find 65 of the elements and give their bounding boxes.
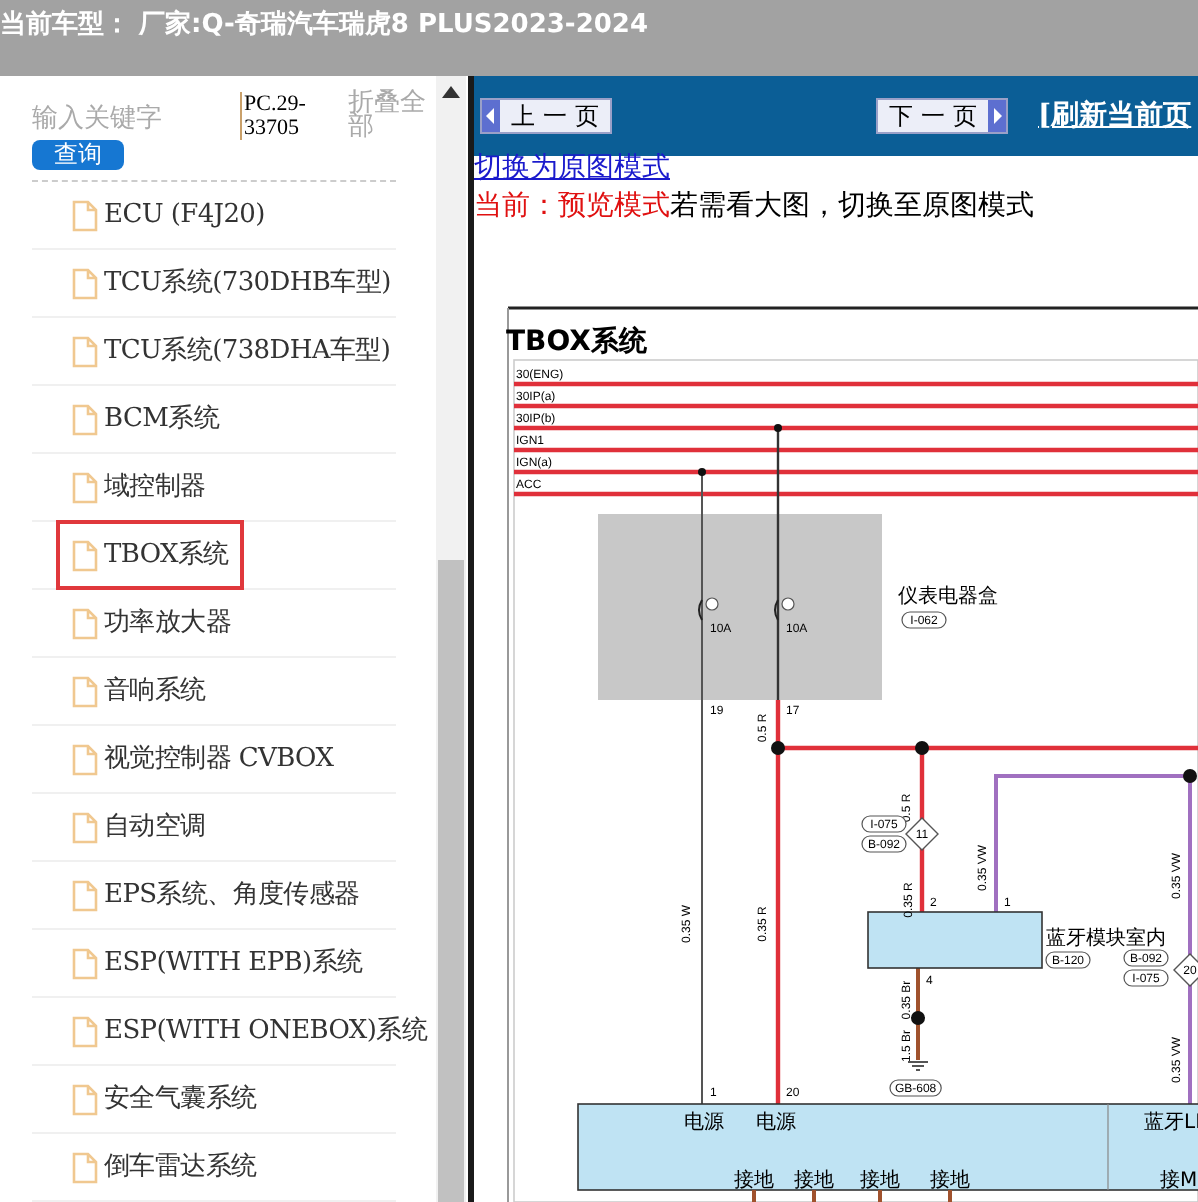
file-icon: [72, 403, 98, 435]
file-icon: [72, 743, 98, 775]
sidebar-item[interactable]: 功率放大器: [56, 588, 248, 658]
diagram-label: 接地: [930, 1170, 970, 1192]
code-label: PC.29-33705: [240, 92, 340, 140]
diagram-label: 接M: [1160, 1170, 1198, 1192]
file-icon: [72, 199, 98, 231]
scrollbar[interactable]: [436, 76, 466, 1202]
wire: [878, 1190, 882, 1202]
junction-dot: [774, 424, 782, 432]
refresh-page-link[interactable]: [刷新当前页: [1038, 95, 1192, 137]
fuse-icon: [698, 597, 719, 621]
diagram-label: 接地: [794, 1170, 834, 1192]
diagram-label: 仪表电器盒: [898, 586, 998, 608]
file-icon: [72, 335, 98, 367]
file-icon: [72, 267, 98, 299]
fuse-icon: [774, 597, 795, 621]
wire: [916, 968, 920, 1060]
file-icon: [72, 471, 98, 503]
next-page-button[interactable]: 下 一 页: [876, 98, 1008, 134]
sidebar-item[interactable]: BCM系统: [56, 384, 236, 454]
file-icon: [72, 947, 98, 979]
switch-mode-link[interactable]: 切换为原图模式: [474, 156, 1198, 184]
sidebar-item[interactable]: ECU (F4J20): [56, 180, 281, 250]
sidebar-item[interactable]: 安全气囊系统: [56, 1064, 273, 1134]
sidebar-item[interactable]: ESP(WITH EPB)系统: [56, 928, 379, 998]
search-button[interactable]: 查询: [32, 140, 124, 170]
junction-dot: [771, 741, 785, 755]
sidebar-item[interactable]: 倒车雷达系统: [56, 1132, 273, 1202]
sidebar-item[interactable]: 自动空调: [56, 792, 222, 862]
file-icon: [72, 879, 98, 911]
sidebar-item[interactable]: TBOX系统: [56, 520, 245, 590]
junction-dot: [915, 741, 929, 755]
diagram-label: 接地: [860, 1170, 900, 1192]
wire: [812, 1190, 816, 1202]
sidebar-item[interactable]: TCU系统(738DHA车型): [56, 316, 407, 386]
junction-dot: [911, 1011, 925, 1025]
sidebar-item[interactable]: 音响系统: [56, 656, 222, 726]
sidebar-item[interactable]: ESP(WITH ONEBOX)系统: [56, 996, 444, 1066]
file-icon: [72, 539, 98, 571]
file-icon: [72, 1083, 98, 1115]
sidebar-item[interactable]: 视觉控制器 CVBOX: [56, 724, 350, 794]
file-icon: [72, 1015, 98, 1047]
page-title: 当前车型： 厂家:Q-奇瑞汽车瑞虎8 PLUS2023-2024: [0, 7, 649, 42]
wire: [752, 1190, 756, 1202]
diagram-title: TBOX系统: [506, 326, 647, 358]
diagram-label: 电源: [756, 1112, 796, 1134]
ground-icon: [907, 1061, 929, 1071]
file-icon: [72, 607, 98, 639]
file-icon: [72, 675, 98, 707]
sidebar-item[interactable]: EPS系统、角度传感器: [56, 860, 376, 930]
sidebar-item[interactable]: 域控制器: [56, 452, 222, 522]
search-field[interactable]: 输入关键字: [32, 102, 216, 138]
sidebar-item[interactable]: TCU系统(730DHB车型): [56, 248, 407, 318]
file-icon: [72, 1151, 98, 1183]
scroll-up-icon[interactable]: [442, 86, 460, 98]
previous-page-button[interactable]: 上 一 页: [480, 98, 612, 134]
junction-dot: [698, 468, 706, 476]
wire: [948, 1190, 952, 1202]
mode-notice: 当前：预览模式若需看大图，切换至原图模式: [474, 188, 1036, 224]
diagram-label: 电源: [684, 1112, 724, 1134]
file-icon: [72, 811, 98, 843]
junction-dot: [1183, 769, 1197, 783]
diagram-label: 蓝牙模块室内: [1046, 928, 1166, 950]
diagram-label: 接地: [734, 1170, 774, 1192]
